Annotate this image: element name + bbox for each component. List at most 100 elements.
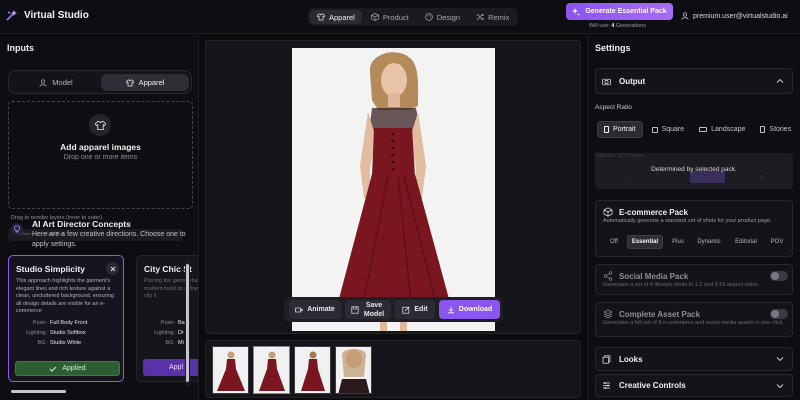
thumbnail[interactable] [335,346,372,394]
nav-tab-design[interactable]: Design [418,10,467,24]
section-label: Output [619,76,646,86]
complete-asset-pack[interactable]: Complete Asset Pack Generates a full set… [595,302,793,337]
social-media-pack[interactable]: Social Media Pack Generates a set of 4 l… [595,264,793,295]
download-icon [447,306,454,313]
thumbnail[interactable] [253,346,290,394]
dropzone-subtitle: Drop one or more items [63,154,138,161]
thumbnail[interactable] [212,346,249,394]
row-value: Full Body Front [50,320,88,326]
output-section[interactable]: Output [595,68,793,94]
app-name: Virtual Studio [24,9,89,21]
cube-icon [371,13,379,21]
aspect-ratio-label: Aspect Ratio [595,104,632,111]
layers-icon [603,309,613,319]
tier-plus[interactable]: Plus [667,235,689,249]
dropzone-title: Add apparel images [60,142,141,152]
top-bar: Virtual Studio Apparel Product Design Re… [0,0,800,34]
inputs-tabs: Model Apparel [8,70,192,94]
card-description: This approach highlights the garment's e… [16,278,114,314]
settings-title: Settings [595,43,631,53]
nav-label: Apparel [329,12,355,22]
count-option: 8 [760,175,763,181]
generate-label: Generate Essential Pack [585,8,667,15]
landscape-icon [699,127,708,132]
thumbnail[interactable] [294,346,331,394]
save-model-button[interactable]: Save Model [345,300,391,319]
share-icon [603,271,613,281]
edit-button[interactable]: Edit [395,300,435,319]
scrollbar-thumb[interactable] [11,390,66,393]
video-icon [295,307,303,312]
preview-stage: Animate Save Model Edit Download [205,40,581,334]
magic-wand-icon [6,10,17,21]
pack-description: Automatically generate a standard set of… [603,218,772,224]
app-logo[interactable]: Virtual Studio [6,9,89,21]
generate-button[interactable]: Generate Essential Pack [566,3,673,20]
aspect-label: Stories [769,126,792,133]
download-button[interactable]: Download [439,300,500,319]
pack-tier-selector: Off Essential Plus Dynamic Editorial POV [596,235,794,249]
scrollbar-thumb[interactable] [186,264,189,382]
pack-title: Social Media Pack [619,272,689,281]
apparel-dropzone[interactable]: Add apparel images Drop one or more item… [8,101,193,209]
person-icon [39,78,47,87]
pack-title: Complete Asset Pack [619,310,701,319]
animate-button[interactable]: Animate [289,300,341,319]
row-value: Studio Softbox [50,330,86,336]
tier-pov[interactable]: POV [767,235,787,249]
inputs-title: Inputs [7,43,34,53]
stories-icon [760,126,766,133]
horizontal-scrollbar[interactable] [5,389,190,395]
package-icon [603,207,613,217]
aspect-square[interactable]: Square [646,121,691,138]
num-images-message: Determined by selected pack. [651,166,737,173]
tier-dynamic[interactable]: Dynamic [693,235,725,249]
count-option: 4 [695,175,698,181]
main-nav: Apparel Product Design Remix [308,8,519,26]
applied-button[interactable]: Applied [15,361,120,376]
nav-tab-product[interactable]: Product [364,10,416,24]
aspect-stories[interactable]: Stories [754,121,797,138]
social-pack-toggle[interactable] [770,271,788,281]
image-action-bar: Animate Save Model Edit Download [284,297,503,322]
vertical-scrollbar[interactable] [185,260,190,386]
nav-tab-remix[interactable]: Remix [469,10,516,24]
concept-card[interactable]: Studio Simplicity This approach highligh… [8,255,124,382]
tab-model[interactable]: Model [12,74,100,91]
creative-controls-header: Creative Controls [602,375,686,396]
chevron-down-icon [776,383,784,388]
action-label: Animate [307,306,335,313]
generated-image[interactable] [292,48,495,331]
aspect-portrait[interactable]: Portrait [597,121,643,138]
card-title: Studio Simplicity [16,264,85,274]
edit-icon [402,306,410,314]
inputs-panel: Inputs Model Apparel Add apparel images … [0,35,199,400]
looks-section[interactable]: Looks [595,347,793,371]
complete-pack-toggle[interactable] [770,309,788,319]
apply-button[interactable]: Appl [143,359,198,376]
model-illustration [292,48,495,331]
looks-header: Looks [602,348,643,370]
nav-tab-apparel[interactable]: Apparel [310,10,362,24]
tier-essential[interactable]: Essential [627,235,663,249]
user-email: premium.user@virtualstudio.ai [693,12,788,20]
square-icon [651,126,658,133]
camera-icon [602,78,611,85]
row-key: Lighting: [154,330,175,336]
ecommerce-pack[interactable]: E-commerce Pack Automatically generate a… [595,200,793,257]
tab-apparel[interactable]: Apparel [101,74,189,91]
row-key: BG: [37,340,47,346]
creative-controls-section[interactable]: Creative Controls [595,374,793,397]
aspect-landscape[interactable]: Landscape [693,121,751,138]
tier-off[interactable]: Off [604,235,624,249]
output-header: Output [602,69,645,93]
section-label: Creative Controls [619,381,686,390]
check-icon [49,366,57,372]
user-menu[interactable]: premium.user@virtualstudio.ai [681,12,788,20]
row-value: Dr [178,330,184,336]
action-label: Download [458,306,493,313]
close-icon[interactable] [106,262,119,275]
nav-label: Product [382,12,409,22]
pack-title: E-commerce Pack [619,208,688,217]
tier-editorial[interactable]: Editorial [730,235,762,249]
